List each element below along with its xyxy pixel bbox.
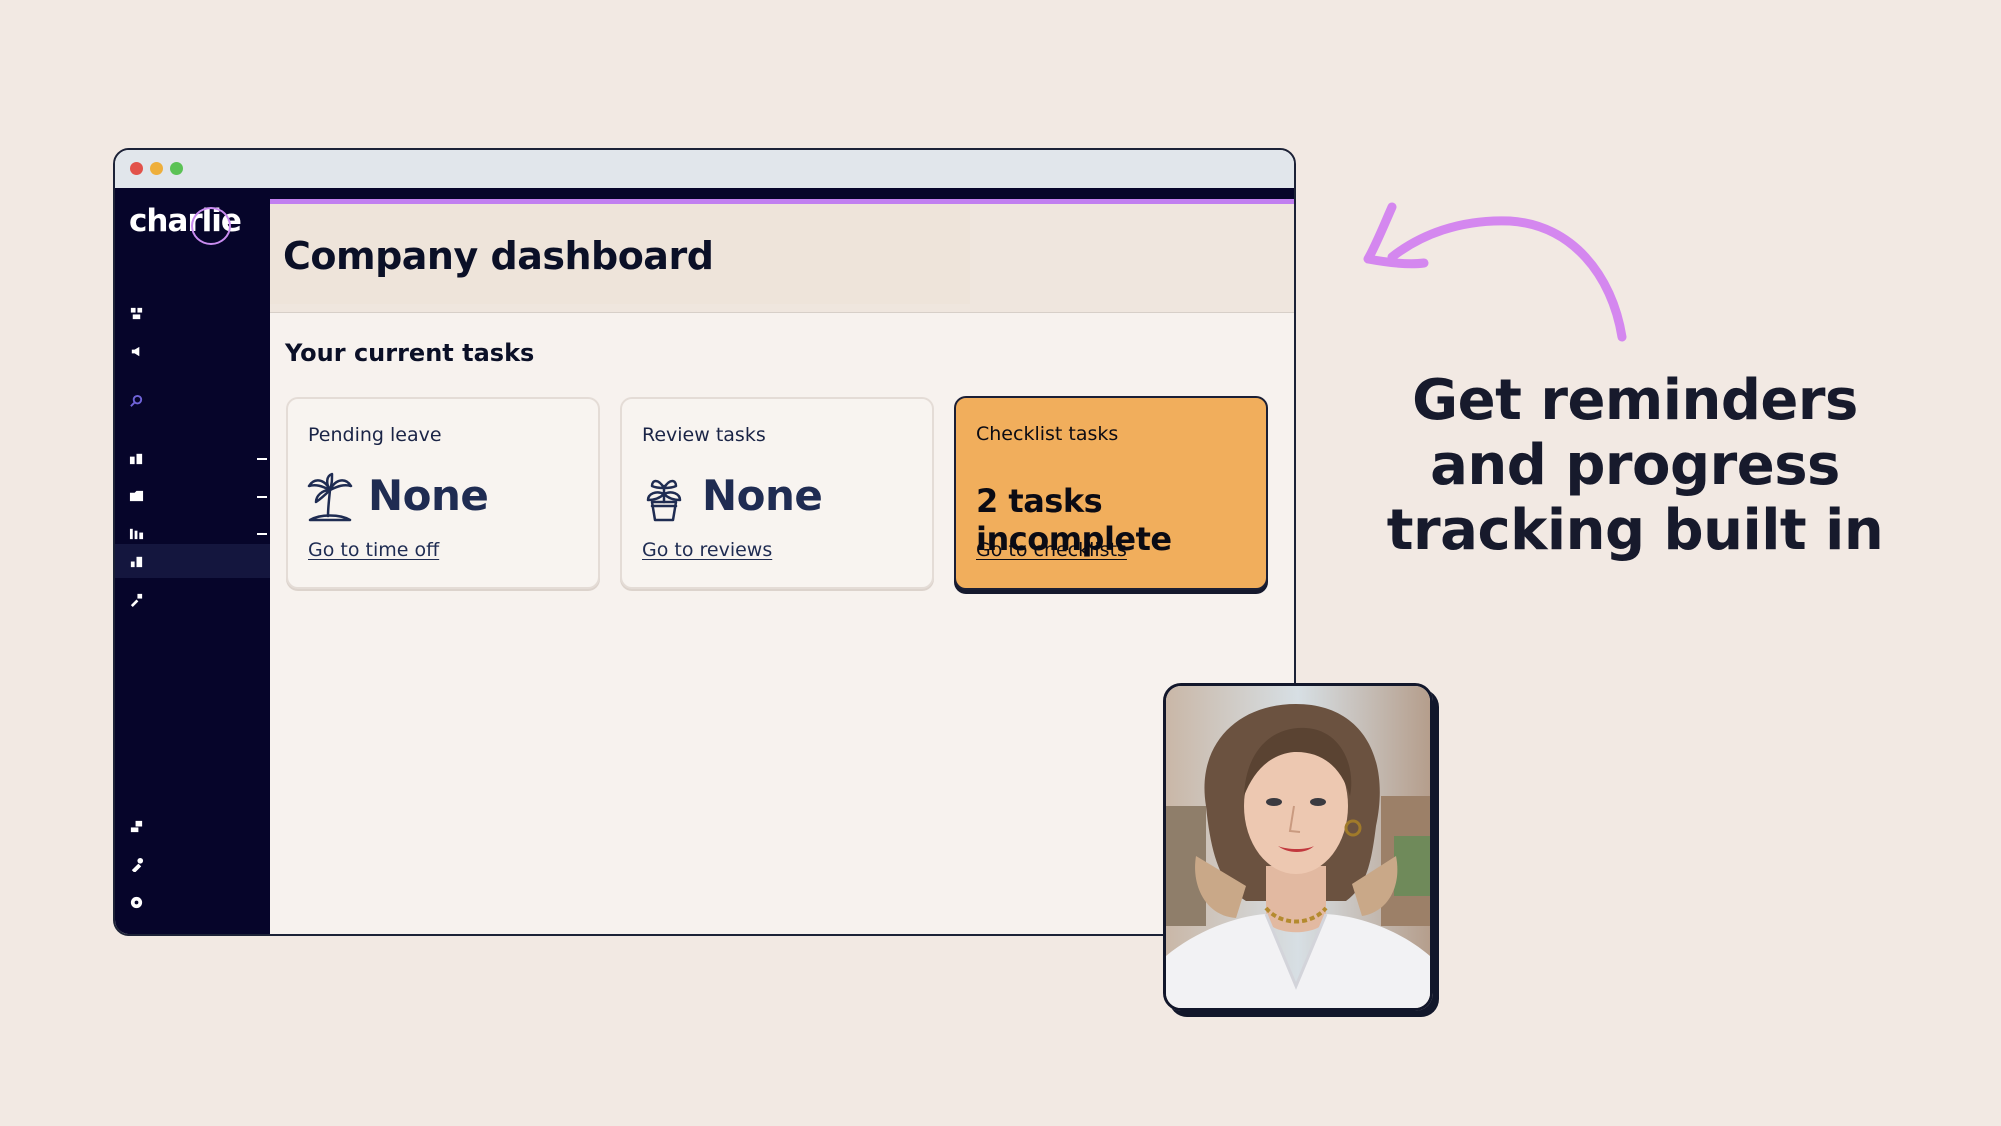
promo-tagline: Get reminders and progress tracking buil… (1370, 368, 1900, 563)
maximize-window-button[interactable] (170, 162, 183, 175)
card-label: Pending leave (308, 424, 442, 446)
page-title: Company dashboard (283, 234, 714, 278)
window-titlebar (115, 150, 1294, 188)
search-icon[interactable] (128, 393, 144, 409)
curved-arrow-icon (1363, 202, 1627, 342)
card-value: None (702, 471, 823, 520)
folder-expand-icon[interactable] (257, 496, 267, 498)
people-icon[interactable] (128, 450, 144, 466)
card-value: None (368, 471, 489, 520)
calendar-icon[interactable] (128, 525, 144, 541)
go-to-time-off-link[interactable]: Go to time off (308, 539, 439, 561)
tagline-line-1: Get reminders (1412, 368, 1858, 433)
page-header: Company dashboard (270, 204, 1294, 313)
go-to-reviews-link[interactable]: Go to reviews (642, 539, 772, 561)
card-label: Review tasks (642, 424, 766, 446)
swap-icon[interactable] (128, 818, 144, 834)
top-strip (115, 188, 1294, 199)
settings-wrench-icon[interactable] (128, 856, 144, 872)
reports-icon[interactable] (128, 553, 144, 569)
charlie-logo[interactable]: charlie (129, 203, 242, 247)
palm-tree-icon (306, 472, 354, 524)
tagline-line-3: tracking built in (1386, 498, 1884, 563)
user-portrait-photo (1163, 683, 1433, 1011)
app-window: charlie Company dashboard Your current t… (113, 148, 1296, 936)
tools-icon[interactable] (128, 591, 144, 607)
sidebar: charlie (115, 188, 270, 934)
pending-leave-card: Pending leave None Go to time off (286, 397, 600, 589)
team-icon[interactable] (128, 305, 144, 321)
close-window-button[interactable] (130, 162, 143, 175)
tasks-section-title: Your current tasks (285, 339, 535, 367)
review-tasks-card: Review tasks None Go to reviews (620, 397, 934, 589)
logo-ring (191, 207, 231, 245)
go-to-checklists-link[interactable]: Go to checklists (976, 539, 1127, 561)
card-label: Checklist tasks (976, 423, 1119, 445)
minimize-window-button[interactable] (150, 162, 163, 175)
tagline-line-2: and progress (1430, 433, 1840, 498)
potted-plant-icon (640, 472, 688, 524)
calendar-expand-icon[interactable] (257, 533, 267, 535)
announcements-icon[interactable] (128, 343, 144, 359)
people-expand-icon[interactable] (257, 458, 267, 460)
checklist-tasks-card: Checklist tasks 2 tasks incomplete Go to… (954, 396, 1268, 590)
help-icon[interactable] (128, 894, 144, 910)
folder-icon[interactable] (128, 487, 144, 503)
